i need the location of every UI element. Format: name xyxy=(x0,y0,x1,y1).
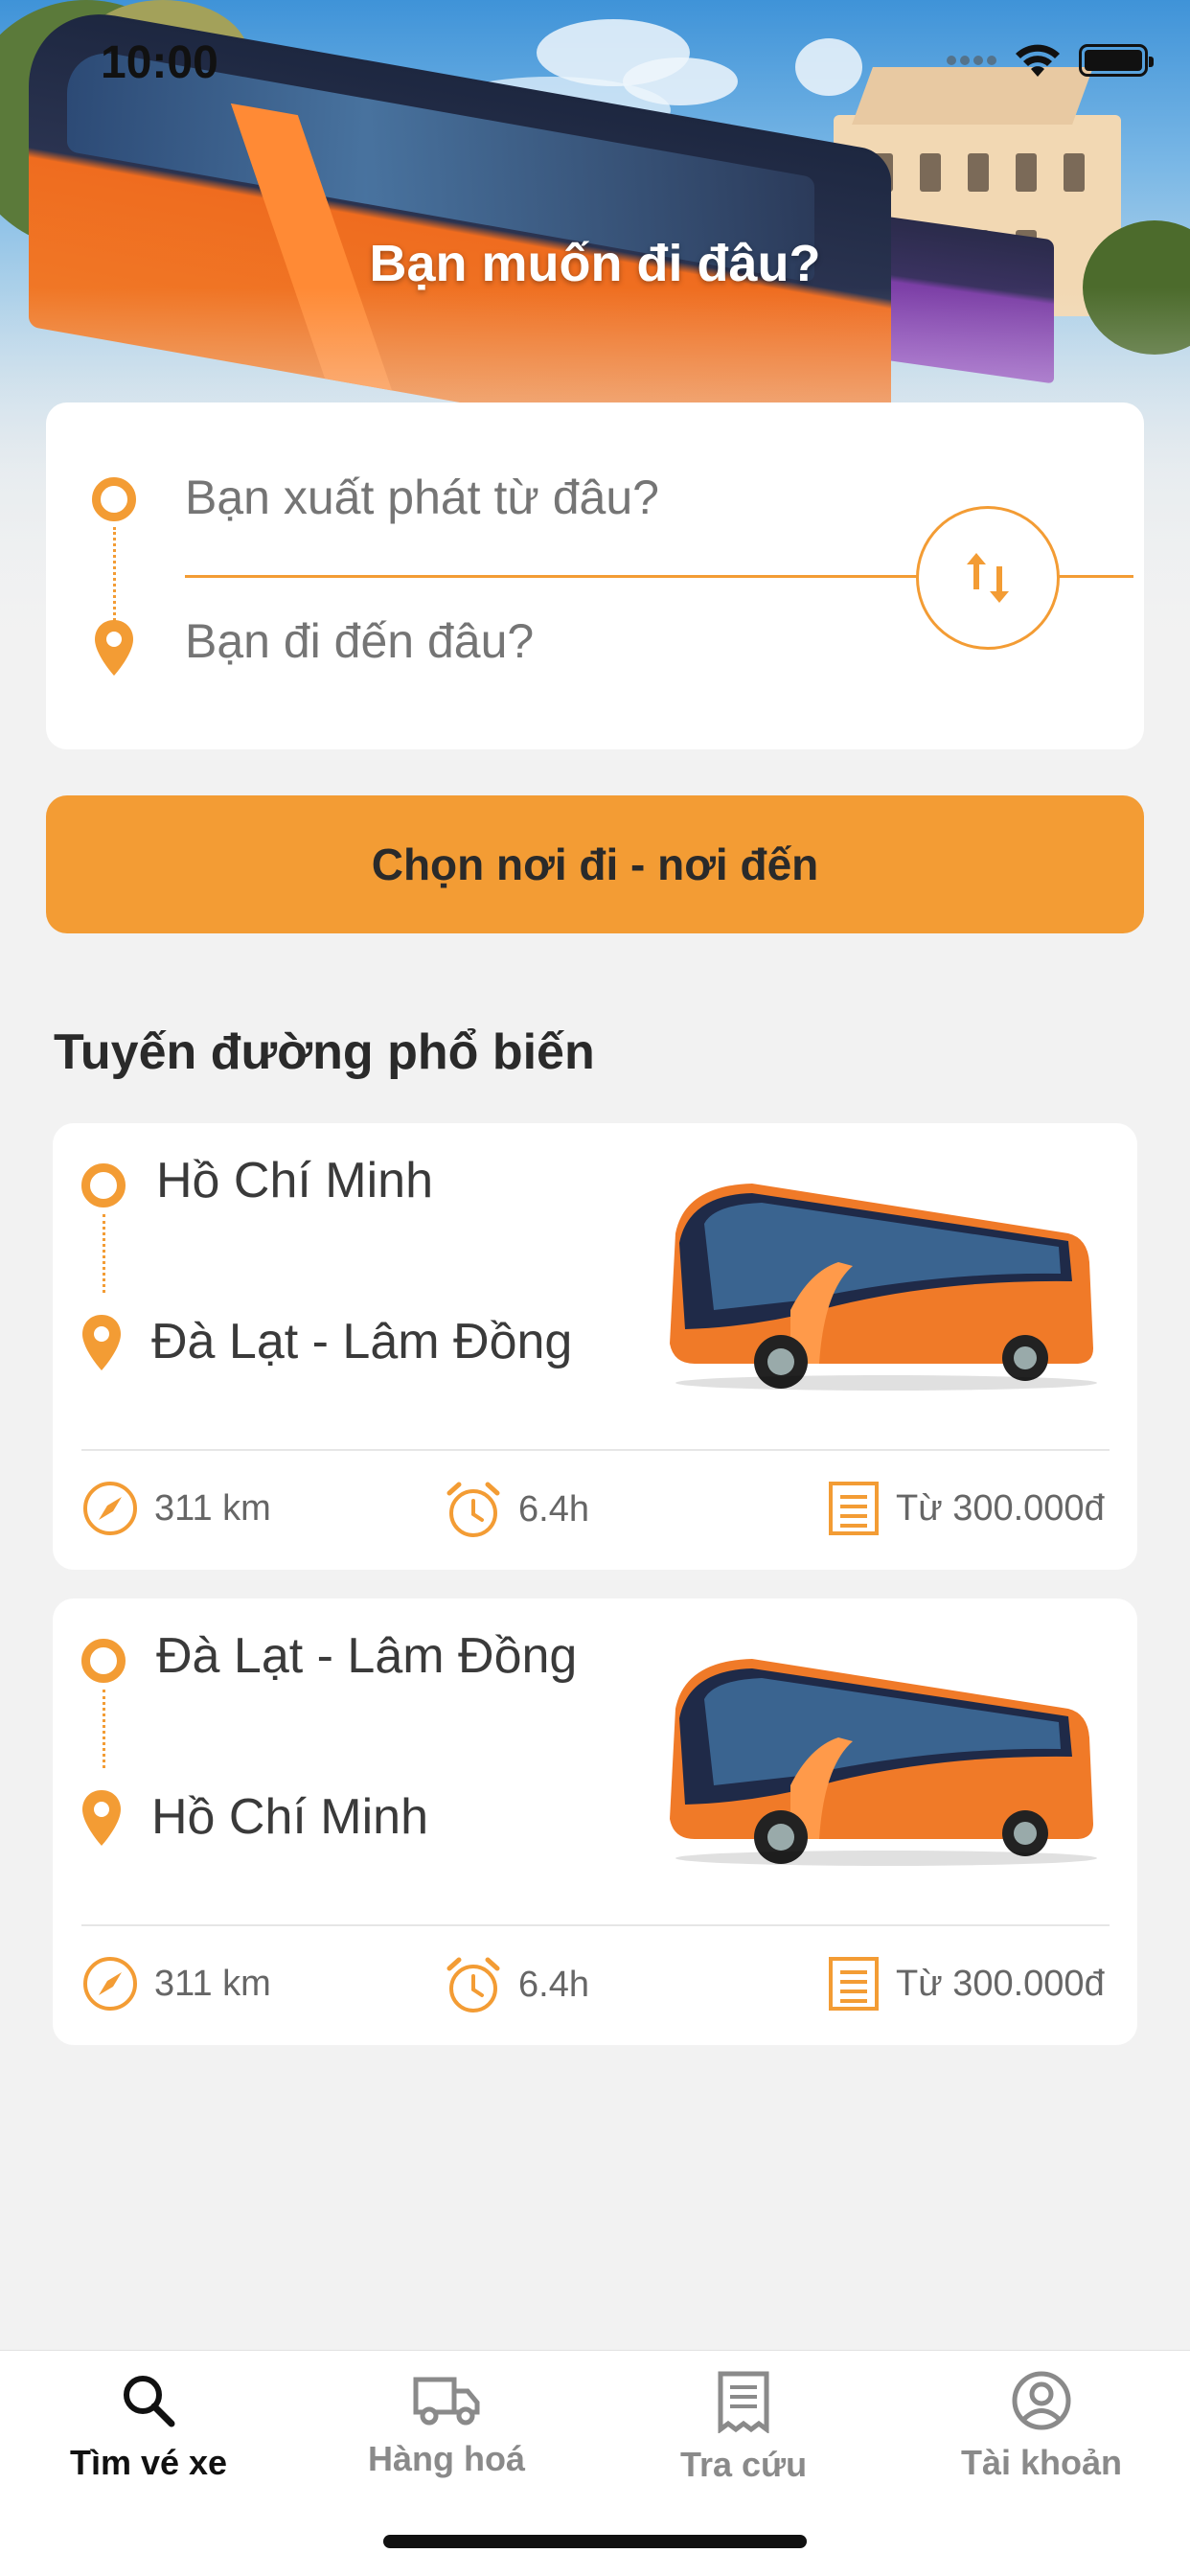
tab-label: Tìm vé xe xyxy=(69,2443,228,2482)
battery-icon xyxy=(1079,44,1154,77)
receipt-icon xyxy=(829,1957,879,2011)
tab-lookup[interactable]: Tra cứu xyxy=(600,2370,887,2485)
duration-stat: 6.4h xyxy=(444,1480,589,1539)
route-card[interactable]: Hồ Chí Minh Đà Lạt - Lâm Đồng 311 km 6.4… xyxy=(53,1123,1137,1570)
route-origin: Hồ Chí Minh xyxy=(156,1153,433,1208)
route-destination: Đà Lạt - Lâm Đồng xyxy=(151,1314,573,1369)
route-card[interactable]: Đà Lạt - Lâm Đồng Hồ Chí Minh 311 km 6.4… xyxy=(53,1598,1137,2045)
bus-image xyxy=(670,1659,1097,1866)
tab-label: Hàng hoá xyxy=(367,2439,525,2478)
duration-value: 6.4h xyxy=(518,1964,589,2005)
duration-stat: 6.4h xyxy=(444,1955,589,2014)
swap-button[interactable] xyxy=(916,506,1060,650)
route-connector xyxy=(103,1690,105,1768)
distance-value: 311 km xyxy=(154,1487,271,1529)
origin-ring-icon xyxy=(81,1639,126,1683)
status-time: 10:00 xyxy=(101,37,218,88)
route-destination: Hồ Chí Minh xyxy=(151,1789,428,1845)
swap-arrows-icon xyxy=(967,553,1009,603)
tab-goods[interactable]: Hàng hoá xyxy=(303,2370,590,2479)
route-origin: Đà Lạt - Lâm Đồng xyxy=(156,1628,578,1684)
tab-account[interactable]: Tài khoản xyxy=(898,2370,1185,2483)
route-connector xyxy=(113,527,116,627)
alarm-clock-icon xyxy=(446,1482,500,1537)
bus-image xyxy=(670,1184,1097,1391)
card-divider xyxy=(81,1449,1110,1451)
hero-title: Bạn muốn đi đâu? xyxy=(369,235,821,292)
route-connector xyxy=(103,1214,105,1293)
origin-input[interactable] xyxy=(185,470,932,525)
status-icons xyxy=(947,42,1154,79)
destination-input[interactable] xyxy=(185,613,932,669)
tab-label: Tài khoản xyxy=(960,2443,1123,2482)
tab-find-ticket[interactable]: Tìm vé xe xyxy=(5,2370,292,2483)
distance-stat: 311 km xyxy=(81,1480,271,1537)
location-pin-icon xyxy=(95,620,133,676)
price-stat: Từ 300.000đ xyxy=(827,1955,1105,2012)
choose-route-button[interactable]: Chọn nơi đi - nơi đến xyxy=(46,795,1144,933)
price-stat: Từ 300.000đ xyxy=(827,1480,1105,1537)
popular-routes-title: Tuyến đường phổ biến xyxy=(54,1024,595,1080)
search-card xyxy=(46,402,1144,749)
location-pin-icon xyxy=(82,1315,121,1370)
price-value: Từ 300.000đ xyxy=(896,1487,1105,1529)
account-icon xyxy=(1012,2371,1071,2430)
home-indicator xyxy=(383,2535,807,2548)
truck-icon xyxy=(413,2377,480,2426)
compass-icon xyxy=(83,1482,137,1535)
receipt-icon xyxy=(829,1482,879,1535)
compass-icon xyxy=(83,1957,137,2011)
card-divider xyxy=(81,1924,1110,1926)
distance-value: 311 km xyxy=(154,1963,271,2004)
origin-ring-icon xyxy=(81,1163,126,1208)
location-pin-icon xyxy=(82,1790,121,1846)
duration-value: 6.4h xyxy=(518,1488,589,1530)
tab-label: Tra cứu xyxy=(679,2445,808,2484)
alarm-clock-icon xyxy=(446,1957,500,2012)
search-icon xyxy=(124,2376,175,2427)
receipt-icon xyxy=(718,2371,769,2433)
signal-icon xyxy=(947,56,996,65)
distance-stat: 311 km xyxy=(81,1955,271,2012)
wifi-icon xyxy=(1016,44,1060,77)
origin-ring-icon xyxy=(92,477,136,521)
price-value: Từ 300.000đ xyxy=(896,1963,1105,2004)
